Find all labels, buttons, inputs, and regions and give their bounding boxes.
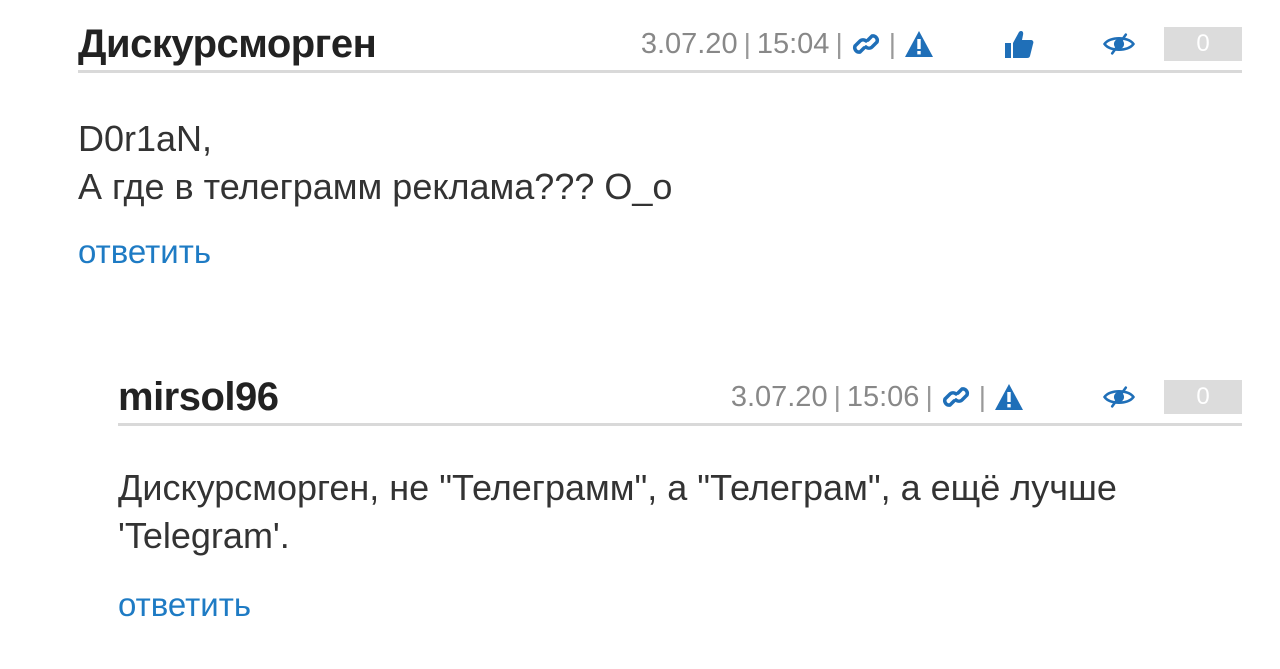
comment-body: Дискурсморген, не "Телеграмм", а "Телегр… <box>118 464 1242 560</box>
reply-link[interactable]: ответить <box>78 233 211 271</box>
comment-header: mirsol96 3.07.20 | 15:06 | | 0 <box>118 365 1242 426</box>
meta-separator: | <box>743 28 751 59</box>
link-icon[interactable] <box>849 27 883 61</box>
thumbs-up-icon[interactable] <box>1002 27 1036 61</box>
meta-separator: | <box>925 381 933 412</box>
warning-icon[interactable] <box>992 380 1026 414</box>
hide-eye-icon[interactable] <box>1102 27 1136 61</box>
comment-author[interactable]: mirsol96 <box>118 373 279 421</box>
meta-separator: | <box>835 28 843 59</box>
comment: Дискурсморген 3.07.20 | 15:04 | | 0 D0r1… <box>78 12 1242 271</box>
comment-line: Дискурсморген, не "Телеграмм", а "Телегр… <box>118 467 1117 556</box>
reply-link[interactable]: ответить <box>118 586 251 624</box>
comment-header: Дискурсморген 3.07.20 | 15:04 | | 0 <box>78 12 1242 73</box>
comment-author[interactable]: Дискурсморген <box>78 20 377 68</box>
comment-body: D0r1aN, А где в телеграмм реклама??? О_о <box>78 115 1242 211</box>
meta-separator: | <box>978 381 986 412</box>
comment-line: D0r1aN, <box>78 118 213 159</box>
rating-counter: 0 <box>1164 380 1242 414</box>
comment-meta: 3.07.20 | 15:06 | | 0 <box>731 373 1242 421</box>
comment-time: 15:04 <box>756 27 830 60</box>
meta-separator: | <box>833 381 841 412</box>
comment-date: 3.07.20 <box>730 380 828 413</box>
comment-time: 15:06 <box>846 380 920 413</box>
link-icon[interactable] <box>939 380 973 414</box>
meta-separator: | <box>888 28 896 59</box>
comments-page: Дискурсморген 3.07.20 | 15:04 | | 0 D0r1… <box>0 0 1280 669</box>
comment-date: 3.07.20 <box>640 27 738 60</box>
comment-line: А где в телеграмм реклама??? О_о <box>78 166 673 207</box>
warning-icon[interactable] <box>902 27 936 61</box>
hide-eye-icon[interactable] <box>1102 380 1136 414</box>
comment-meta: 3.07.20 | 15:04 | | 0 <box>641 20 1242 68</box>
comment: mirsol96 3.07.20 | 15:06 | | 0 Дискурсмо… <box>118 365 1242 624</box>
rating-counter: 0 <box>1164 27 1242 61</box>
